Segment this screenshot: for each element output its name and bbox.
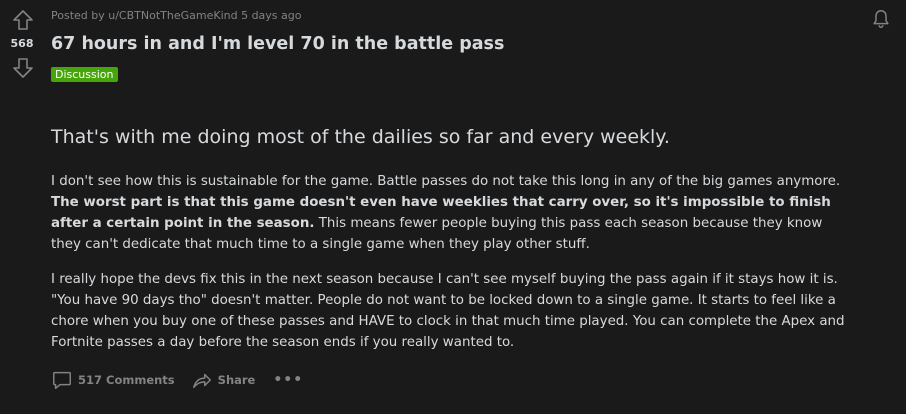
post-title[interactable]: 67 hours in and I'm level 70 in the batt… xyxy=(51,34,504,54)
more-options-button[interactable]: ••• xyxy=(273,373,303,387)
post-paragraph-1: I don't see how this is sustainable for … xyxy=(51,171,851,255)
post-card: 568 Posted by u/CBTNotTheGameKind 5 days… xyxy=(0,0,906,414)
upvote-button[interactable] xyxy=(11,8,35,32)
vote-score: 568 xyxy=(10,37,34,50)
arrow-up-outline-icon xyxy=(13,10,33,30)
speech-bubble-icon xyxy=(53,371,71,389)
comments-button[interactable]: 517 Comments xyxy=(51,369,175,391)
downvote-button[interactable] xyxy=(11,56,35,80)
post-lead-text: That's with me doing most of the dailies… xyxy=(51,126,670,148)
share-button[interactable]: Share xyxy=(191,369,256,391)
paragraph-1-text-a: I don't see how this is sustainable for … xyxy=(51,174,841,189)
post-meta[interactable]: Posted by u/CBTNotTheGameKind 5 days ago xyxy=(51,9,301,22)
notification-bell-button[interactable] xyxy=(870,8,892,30)
bell-icon xyxy=(873,10,889,28)
post-action-bar: 517 Comments Share ••• xyxy=(51,368,303,392)
comments-count-label: 517 Comments xyxy=(78,373,175,387)
share-arrow-icon xyxy=(192,373,211,389)
post-paragraph-2: I really hope the devs fix this in the n… xyxy=(51,272,845,350)
arrow-down-outline-icon xyxy=(13,58,33,78)
flair-badge[interactable]: Discussion xyxy=(51,67,118,82)
share-label: Share xyxy=(217,373,256,387)
